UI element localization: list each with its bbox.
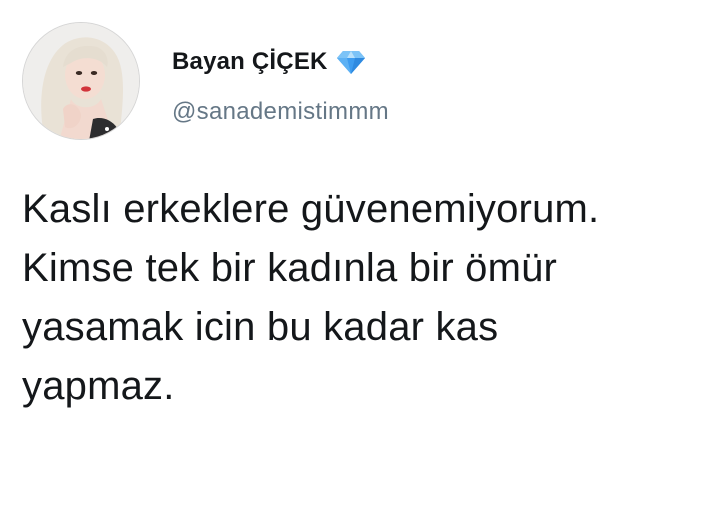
name-row: Bayan ÇİÇEK xyxy=(172,42,366,82)
tweet-line: yasamak icin bu kadar kas xyxy=(22,305,499,349)
avatar[interactable] xyxy=(22,22,140,140)
tweet-line: Kimse tek bir kadınla bir ömür xyxy=(22,246,558,290)
profile-photo-icon xyxy=(23,23,139,139)
tweet-line: yapmaz. xyxy=(22,364,175,408)
tweet-line: Kaslı erkeklere güvenemiyorum. xyxy=(22,187,600,231)
tweet-text: Kaslı erkeklere güvenemiyorum. Kimse tek… xyxy=(22,180,712,416)
tweet-header: Bayan ÇİÇEK @sanademistimmm xyxy=(22,22,702,142)
diamond-icon xyxy=(336,49,366,75)
user-handle[interactable]: @sanademistimmm xyxy=(172,98,389,126)
display-name[interactable]: Bayan ÇİÇEK xyxy=(172,48,328,76)
tweet-card: Bayan ÇİÇEK @sanademistimmm Kaslı erkekl… xyxy=(0,0,719,508)
